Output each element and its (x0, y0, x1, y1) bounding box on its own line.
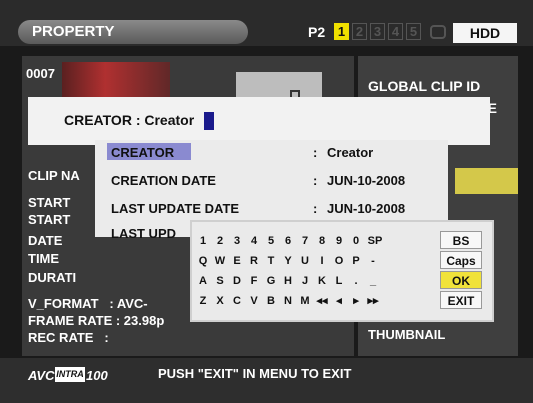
hdd-label: HDD (453, 23, 517, 43)
avc-intra-logo: INTRA (55, 367, 85, 382)
slot-1-indicator: 1 (334, 23, 349, 40)
backspace-key[interactable]: BS (440, 231, 482, 249)
frame-rate-field: FRAME RATE : 23.98p (28, 313, 165, 328)
start-label-2: START (28, 212, 71, 227)
avc-logo-prefix: AVC (28, 368, 55, 383)
clip-name-label: CLIP NA (28, 168, 80, 183)
duration-label: DURATI (28, 270, 77, 285)
editor-text: CREATOR : Creator (64, 112, 195, 128)
key-m[interactable]: M (298, 292, 312, 310)
clip-number: 0007 (26, 66, 55, 81)
key-q[interactable]: Q (196, 252, 210, 270)
last-update-date-label: LAST UPDATE DATE (111, 201, 240, 216)
creation-date-value: JUN-10-2008 (327, 173, 406, 188)
key-1[interactable]: 1 (196, 232, 210, 250)
help-message: PUSH "EXIT" IN MENU TO EXIT (158, 366, 352, 381)
caps-key[interactable]: Caps (440, 251, 482, 269)
key-6[interactable]: 6 (281, 232, 295, 250)
key-p[interactable]: P (349, 252, 363, 270)
key-9[interactable]: 9 (332, 232, 346, 250)
avc-logo-suffix: 100 (86, 368, 108, 383)
clip-thumbnail (62, 62, 170, 102)
key-l[interactable]: L (332, 272, 346, 290)
creator-value: Creator (327, 145, 374, 160)
key-0[interactable]: 0 (349, 232, 363, 250)
thumbnail-label: THUMBNAIL (368, 327, 446, 342)
text-cursor (204, 112, 214, 130)
creation-date-label: CREATION DATE (111, 173, 216, 188)
key-4[interactable]: 4 (247, 232, 261, 250)
ok-key[interactable]: OK (440, 271, 482, 289)
rec-rate-field: REC RATE : (28, 330, 109, 345)
key-x[interactable]: X (213, 292, 227, 310)
key-z[interactable]: Z (196, 292, 210, 310)
last-update-date-colon: : (313, 201, 318, 216)
key-a[interactable]: A (196, 272, 210, 290)
p2-label: P2 (308, 24, 326, 40)
key-n[interactable]: N (281, 292, 295, 310)
creator-colon: : (313, 145, 318, 160)
cursor-jump-right-icon[interactable]: ▸▸ (366, 292, 380, 310)
exit-key[interactable]: EXIT (440, 291, 482, 309)
key-7[interactable]: 7 (298, 232, 312, 250)
key-o[interactable]: O (332, 252, 346, 270)
time-label: TIME (28, 251, 60, 266)
key-hyphen[interactable]: - (366, 252, 380, 270)
global-clip-id-label: GLOBAL CLIP ID (368, 78, 481, 94)
key-i[interactable]: I (315, 252, 329, 270)
key-space[interactable]: SP (366, 232, 384, 250)
start-label-1: START (28, 195, 71, 210)
slot-4-indicator: 4 (388, 23, 403, 40)
cursor-left-icon[interactable]: ◂ (332, 292, 346, 310)
key-c[interactable]: C (230, 292, 244, 310)
key-b[interactable]: B (264, 292, 278, 310)
slot-2-indicator: 2 (352, 23, 367, 40)
highlight-bar (455, 168, 518, 194)
v-format-field: V_FORMAT : AVC- (28, 296, 148, 311)
page-title: PROPERTY (32, 23, 115, 40)
key-f[interactable]: F (247, 272, 261, 290)
slot-5-indicator: 5 (406, 23, 421, 40)
creation-date-colon: : (313, 173, 318, 188)
key-e[interactable]: E (230, 252, 244, 270)
key-t[interactable]: T (264, 252, 278, 270)
cursor-right-icon[interactable]: ▸ (349, 292, 363, 310)
key-s[interactable]: S (213, 272, 227, 290)
key-y[interactable]: Y (281, 252, 295, 270)
slot-3-indicator: 3 (370, 23, 385, 40)
key-period[interactable]: . (349, 272, 363, 290)
key-2[interactable]: 2 (213, 232, 227, 250)
last-update-date-value: JUN-10-2008 (327, 201, 406, 216)
key-u[interactable]: U (298, 252, 312, 270)
key-v[interactable]: V (247, 292, 261, 310)
key-5[interactable]: 5 (264, 232, 278, 250)
last-update-user-label: LAST UPD (111, 226, 176, 241)
date-label: DATE (28, 233, 63, 248)
key-k[interactable]: K (315, 272, 329, 290)
key-8[interactable]: 8 (315, 232, 329, 250)
creator-item-label[interactable]: CREATOR (111, 145, 174, 160)
cursor-jump-left-icon[interactable]: ◂◂ (315, 292, 329, 310)
key-h[interactable]: H (281, 272, 295, 290)
key-3[interactable]: 3 (230, 232, 244, 250)
key-j[interactable]: J (298, 272, 312, 290)
key-g[interactable]: G (264, 272, 278, 290)
hdd-icon (430, 25, 446, 39)
key-w[interactable]: W (213, 252, 227, 270)
key-r[interactable]: R (247, 252, 261, 270)
key-underscore[interactable]: _ (366, 272, 380, 290)
key-d[interactable]: D (230, 272, 244, 290)
